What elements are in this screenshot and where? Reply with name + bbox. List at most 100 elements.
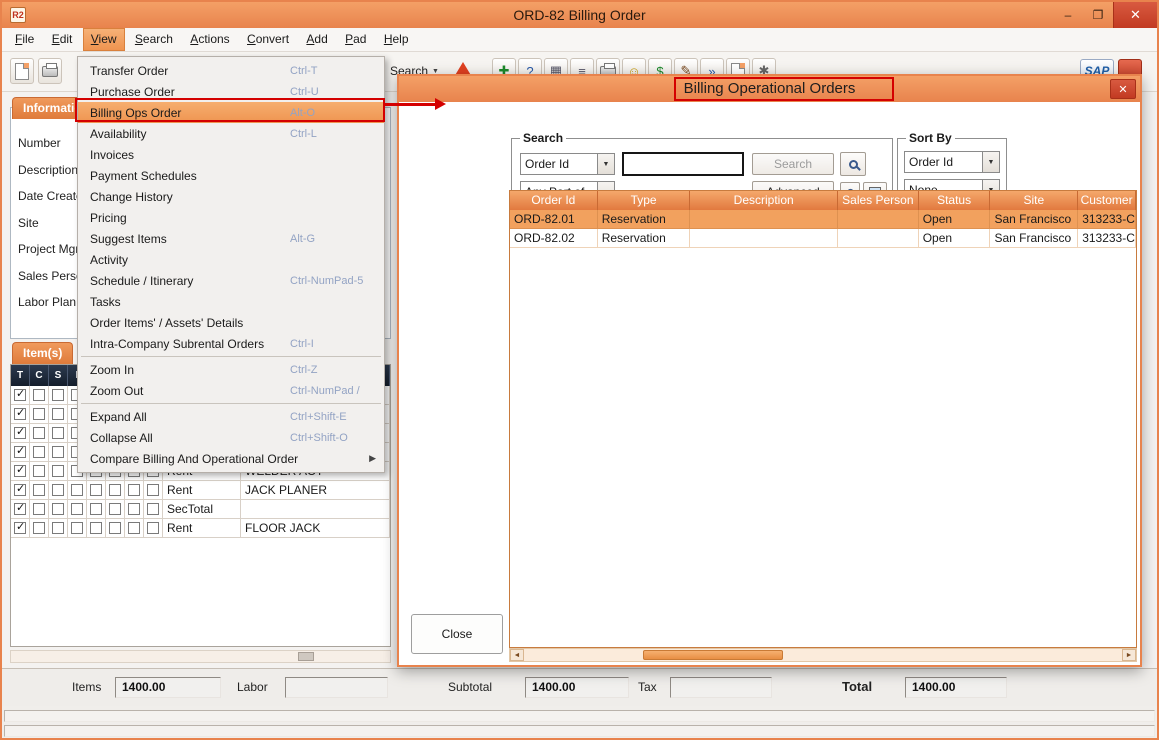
- checkbox[interactable]: [33, 446, 45, 458]
- order-id-combo[interactable]: Order Id ▼: [520, 153, 615, 175]
- checkbox[interactable]: [33, 522, 45, 534]
- chevron-down-icon[interactable]: ▼: [982, 152, 999, 172]
- new-document-icon[interactable]: [10, 58, 34, 84]
- checkbox[interactable]: [147, 522, 159, 534]
- checkbox[interactable]: [128, 503, 140, 515]
- view-menu-item-pricing[interactable]: Pricing: [78, 207, 384, 228]
- checkbox[interactable]: [128, 522, 140, 534]
- view-menu-item-transfer-order[interactable]: Transfer Order Ctrl-T: [78, 60, 384, 81]
- checkbox[interactable]: [33, 389, 45, 401]
- checkbox-checked[interactable]: [14, 503, 26, 515]
- checkbox[interactable]: [33, 503, 45, 515]
- scroll-thumb[interactable]: [643, 650, 783, 660]
- menubar-item-edit[interactable]: Edit: [45, 28, 80, 51]
- orders-grid-row[interactable]: ORD-82.02 Reservation Open San Francisco…: [510, 229, 1136, 248]
- checkbox-checked[interactable]: [14, 465, 26, 477]
- view-menu-item-payment-schedules[interactable]: Payment Schedules: [78, 165, 384, 186]
- view-menu-item-intra-company-subrental-orders[interactable]: Intra-Company Subrental Orders Ctrl-I: [78, 333, 384, 354]
- checkbox[interactable]: [71, 484, 83, 496]
- view-menu-item-tasks[interactable]: Tasks: [78, 291, 384, 312]
- checkbox[interactable]: [128, 484, 140, 496]
- minimize-button[interactable]: –: [1053, 2, 1083, 28]
- items-total-field[interactable]: 1400.00: [115, 677, 221, 698]
- items-header-cell[interactable]: S: [49, 365, 68, 386]
- chevron-down-icon[interactable]: ▼: [597, 154, 614, 174]
- checkbox[interactable]: [71, 503, 83, 515]
- view-menu-item-change-history[interactable]: Change History: [78, 186, 384, 207]
- subtotal-field[interactable]: 1400.00: [525, 677, 629, 698]
- orders-col-description[interactable]: Description: [690, 191, 838, 210]
- view-menu-item-activity[interactable]: Activity: [78, 249, 384, 270]
- labor-total-field[interactable]: [285, 677, 388, 698]
- checkbox[interactable]: [52, 427, 64, 439]
- item-row[interactable]: Rent JACK PLANER: [11, 481, 390, 500]
- view-menu-item-invoices[interactable]: Invoices: [78, 144, 384, 165]
- checkbox[interactable]: [52, 484, 64, 496]
- view-menu-item-suggest-items[interactable]: Suggest Items Alt-G: [78, 228, 384, 249]
- menubar-item-add[interactable]: Add: [299, 28, 334, 51]
- orders-col-site[interactable]: Site: [990, 191, 1078, 210]
- checkbox[interactable]: [33, 427, 45, 439]
- view-menu-item-availability[interactable]: Availability Ctrl-L: [78, 123, 384, 144]
- sort-combo-1[interactable]: Order Id ▼: [904, 151, 1000, 173]
- checkbox[interactable]: [52, 465, 64, 477]
- scroll-left-arrow[interactable]: ◄: [510, 649, 524, 661]
- tax-field[interactable]: [670, 677, 772, 698]
- menubar-item-view[interactable]: View: [83, 28, 125, 51]
- menubar-item-file[interactable]: File: [8, 28, 41, 51]
- orders-col-order-id[interactable]: Order Id: [510, 191, 598, 210]
- scroll-right-arrow[interactable]: ►: [1122, 649, 1136, 661]
- checkbox-checked[interactable]: [14, 389, 26, 401]
- checkbox-checked[interactable]: [14, 427, 26, 439]
- checkbox[interactable]: [71, 522, 83, 534]
- item-row[interactable]: SecTotal: [11, 500, 390, 519]
- view-menu-item-collapse-all[interactable]: Collapse All Ctrl+Shift-O: [78, 427, 384, 448]
- view-menu-item-zoom-out[interactable]: Zoom Out Ctrl-NumPad /: [78, 380, 384, 401]
- view-menu-item-zoom-in[interactable]: Zoom In Ctrl-Z: [78, 359, 384, 380]
- view-menu-item-order-items-assets-details[interactable]: Order Items' / Assets' Details: [78, 312, 384, 333]
- item-row[interactable]: Rent FLOOR JACK: [11, 519, 390, 538]
- close-button-dialog[interactable]: Close: [411, 614, 503, 654]
- checkbox[interactable]: [147, 503, 159, 515]
- dialog-hscrollbar[interactable]: ◄ ►: [509, 648, 1137, 662]
- checkbox[interactable]: [33, 408, 45, 420]
- maximize-button[interactable]: ❐: [1083, 2, 1113, 28]
- checkbox[interactable]: [109, 484, 121, 496]
- view-menu-item-schedule-itinerary[interactable]: Schedule / Itinerary Ctrl-NumPad-5: [78, 270, 384, 291]
- orders-col-status[interactable]: Status: [919, 191, 991, 210]
- total-field[interactable]: 1400.00: [905, 677, 1007, 698]
- checkbox[interactable]: [109, 522, 121, 534]
- orders-grid-row[interactable]: ORD-82.01 Reservation Open San Francisco…: [510, 210, 1136, 229]
- dialog-close-button[interactable]: ✕: [1110, 79, 1136, 99]
- view-menu-item-expand-all[interactable]: Expand All Ctrl+Shift-E: [78, 406, 384, 427]
- checkbox[interactable]: [90, 503, 102, 515]
- menubar-item-search[interactable]: Search: [128, 28, 180, 51]
- orders-col-type[interactable]: Type: [598, 191, 691, 210]
- checkbox[interactable]: [90, 484, 102, 496]
- checkbox[interactable]: [52, 408, 64, 420]
- zoom-search-icon-button[interactable]: [840, 152, 866, 176]
- checkbox[interactable]: [109, 503, 121, 515]
- checkbox[interactable]: [147, 484, 159, 496]
- hscroll-thumb[interactable]: [298, 652, 314, 661]
- print-icon[interactable]: [38, 58, 62, 84]
- close-button[interactable]: ✕: [1113, 2, 1157, 28]
- menubar-item-help[interactable]: Help: [377, 28, 416, 51]
- items-hscrollbar[interactable]: [10, 650, 391, 663]
- checkbox[interactable]: [33, 465, 45, 477]
- menubar-item-convert[interactable]: Convert: [240, 28, 296, 51]
- search-button[interactable]: Search: [752, 153, 834, 175]
- orders-col-customer[interactable]: Customer: [1078, 191, 1136, 210]
- items-header-cell[interactable]: C: [30, 365, 49, 386]
- orders-col-sales-person[interactable]: Sales Person: [838, 191, 919, 210]
- checkbox-checked[interactable]: [14, 522, 26, 534]
- items-tab[interactable]: Item(s): [12, 342, 73, 364]
- checkbox[interactable]: [52, 389, 64, 401]
- menubar-item-actions[interactable]: Actions: [183, 28, 236, 51]
- checkbox-checked[interactable]: [14, 408, 26, 420]
- items-header-cell[interactable]: T: [11, 365, 30, 386]
- checkbox-checked[interactable]: [14, 484, 26, 496]
- checkbox[interactable]: [90, 522, 102, 534]
- checkbox[interactable]: [52, 446, 64, 458]
- checkbox[interactable]: [52, 522, 64, 534]
